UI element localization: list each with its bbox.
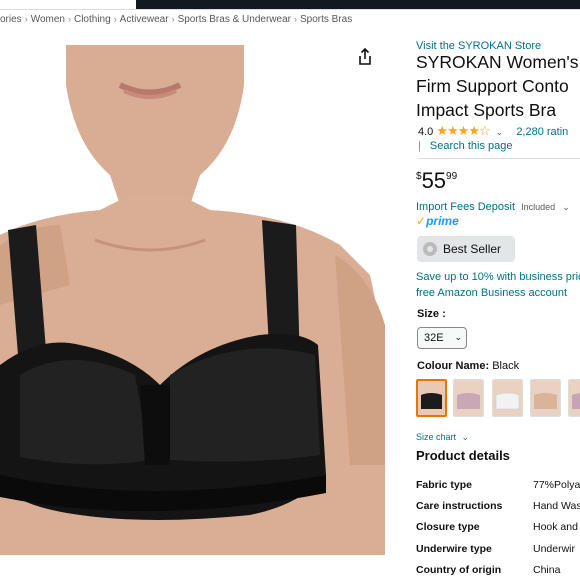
size-chart-link[interactable]: Size chart ⌄: [416, 432, 469, 443]
size-label: Size :: [417, 308, 446, 320]
chevron-down-icon: ⌄: [454, 332, 462, 342]
detail-key: Country of origin: [416, 564, 502, 576]
breadcrumb-item[interactable]: Activewear: [120, 14, 169, 25]
breadcrumb-separator: ›: [293, 14, 297, 24]
breadcrumb: ories › Women › Clothing › Activewear › Sports B…: [0, 14, 400, 30]
header-strip: [136, 0, 580, 9]
price-fraction: 99: [446, 171, 458, 182]
detail-value: Underwir: [533, 543, 576, 555]
business-savings-line: Save up to 10% with business pric: [416, 271, 580, 283]
colour-swatch-white[interactable]: [492, 379, 523, 417]
detail-key: Fabric type: [416, 479, 473, 491]
detail-value: China: [533, 564, 561, 576]
chevron-down-icon[interactable]: ⌄: [562, 202, 570, 212]
product-details-heading: Product details: [416, 448, 510, 463]
header-divider: [0, 9, 580, 10]
detail-value: Hand Was: [533, 500, 580, 512]
chevron-down-icon[interactable]: ⌄: [496, 127, 504, 137]
share-icon: [359, 47, 371, 65]
search-page-row: | Search this page: [418, 140, 512, 152]
colour-value: Black: [492, 360, 520, 372]
product-photo: [0, 45, 385, 555]
price: $5599: [416, 168, 457, 194]
search-page-link[interactable]: Search this page: [430, 140, 513, 152]
business-savings-line: free Amazon Business account: [416, 287, 568, 299]
best-seller-badge-icon: [423, 242, 437, 256]
size-select[interactable]: 32E ⌄: [417, 327, 467, 349]
best-seller-label: Best Seller: [443, 242, 502, 256]
breadcrumb-item[interactable]: Women: [31, 14, 65, 25]
colour-swatch-nude[interactable]: [530, 379, 561, 417]
star-rating-icon[interactable]: ★★★★☆: [436, 123, 490, 138]
detail-row: Underwire type Underwir: [416, 543, 580, 555]
price-currency: $: [416, 171, 422, 182]
breadcrumb-separator: ›: [113, 14, 117, 24]
detail-row: Care instructions Hand Was: [416, 500, 580, 512]
share-button[interactable]: [354, 46, 376, 68]
breadcrumb-separator: ›: [171, 14, 175, 24]
detail-value: Hook and: [533, 521, 578, 533]
title-line: SYROKAN Women's: [416, 52, 579, 72]
colour-label: Colour Name:: [417, 360, 490, 372]
detail-key: Care instructions: [416, 500, 503, 512]
title-line: Firm Support Conto: [416, 76, 569, 96]
breadcrumb-separator: ›: [24, 14, 28, 24]
ratings-count-link[interactable]: 2,280 ratin: [516, 126, 568, 138]
breadcrumb-item[interactable]: Sports Bras: [300, 14, 352, 25]
price-whole: 55: [421, 168, 447, 193]
prime-check-icon: ✓: [416, 214, 427, 228]
colour-swatches: [416, 379, 580, 419]
chevron-down-icon: ⌄: [461, 432, 470, 442]
size-selected-value: 32E: [424, 332, 444, 344]
business-savings[interactable]: Save up to 10% with business pric free A…: [416, 269, 580, 301]
detail-row: Fabric type 77%Polya: [416, 479, 580, 491]
breadcrumb-separator: ›: [67, 14, 71, 24]
size-chart-label: Size chart: [416, 432, 457, 442]
detail-row: Closure type Hook and: [416, 521, 580, 533]
colour-swatch-black[interactable]: [416, 379, 447, 417]
colour-swatch-pink[interactable]: [453, 379, 484, 417]
breadcrumb-item[interactable]: Clothing: [74, 14, 111, 25]
product-title: SYROKAN Women's Firm Support Conto Impac…: [416, 50, 580, 122]
prime-label: prime: [426, 214, 459, 228]
best-seller-button[interactable]: Best Seller: [417, 236, 515, 262]
colour-swatch-mauve[interactable]: [568, 379, 580, 417]
top-navigation-bar: [0, 0, 580, 10]
divider-bar: |: [418, 140, 421, 152]
detail-value: 77%Polya: [533, 479, 580, 491]
prime-badge: ✓prime: [416, 214, 459, 228]
detail-key: Underwire type: [416, 543, 492, 555]
product-main-image[interactable]: [0, 45, 385, 555]
colour-name-row: Colour Name: Black: [417, 360, 519, 372]
rating-value: 4.0: [418, 126, 434, 138]
import-fees-included: Included: [521, 202, 556, 212]
divider: [418, 158, 580, 159]
rating-row: 4.0 ★★★★☆ ⌄ 2,280 ratin: [418, 123, 568, 139]
detail-row: Country of origin China: [416, 564, 580, 576]
title-line: Impact Sports Bra: [416, 100, 557, 120]
breadcrumb-item[interactable]: ories: [0, 14, 22, 25]
detail-key: Closure type: [416, 521, 480, 533]
import-fees: Import Fees Deposit Included ⌄: [416, 201, 570, 213]
import-fees-link[interactable]: Import Fees Deposit: [416, 201, 515, 213]
breadcrumb-item[interactable]: Sports Bras & Underwear: [178, 14, 291, 25]
